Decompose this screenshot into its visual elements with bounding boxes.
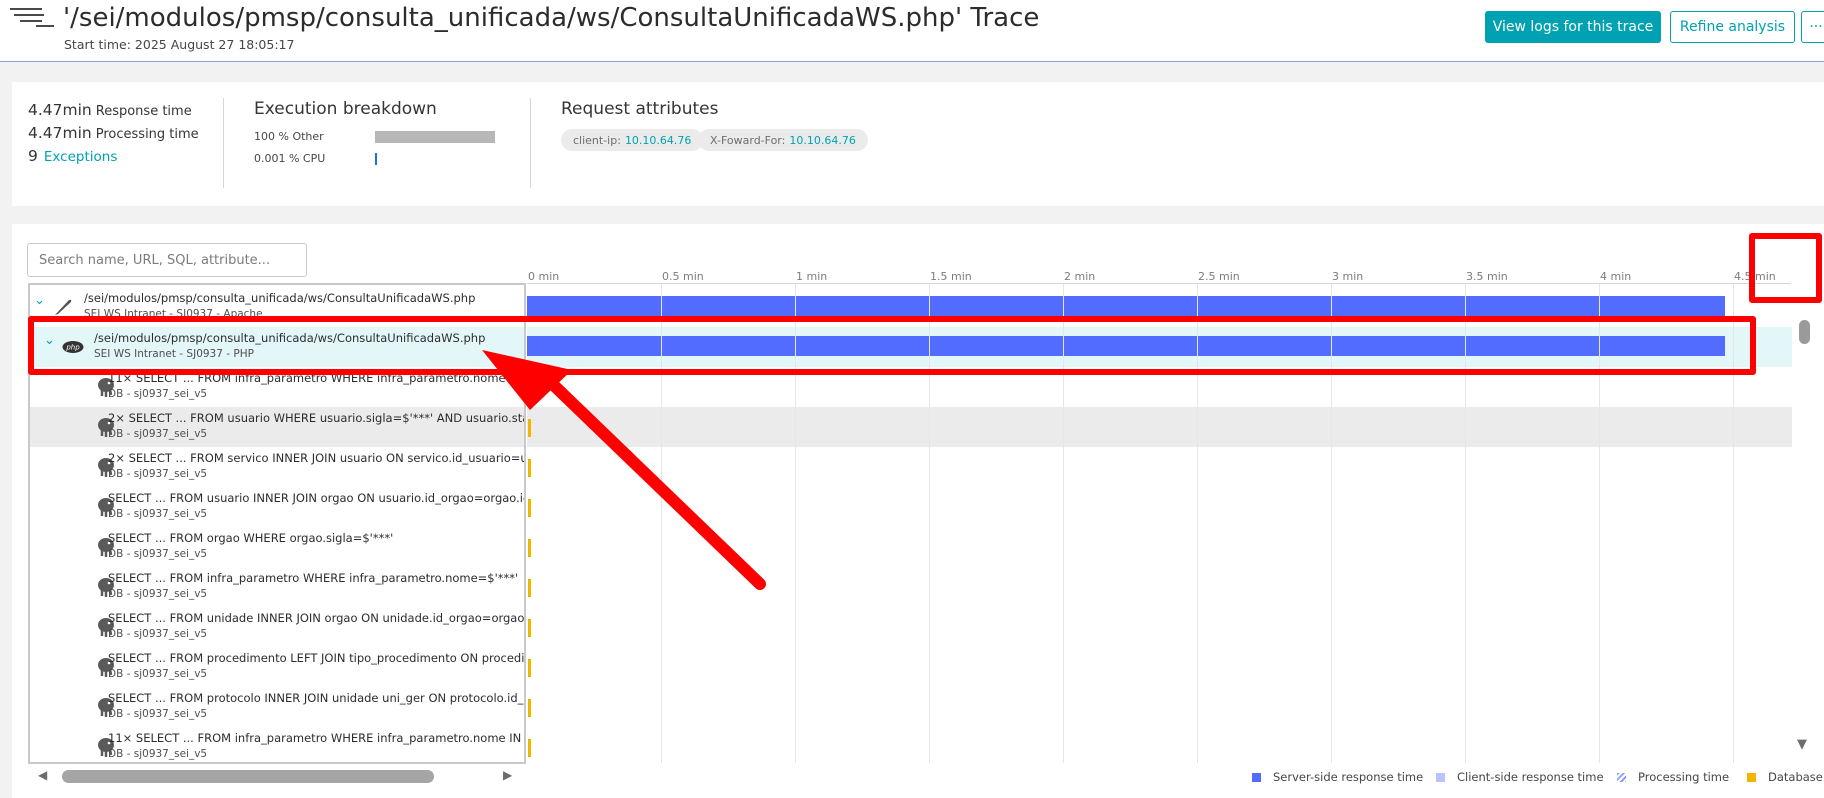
annotation-arrow <box>482 350 766 590</box>
